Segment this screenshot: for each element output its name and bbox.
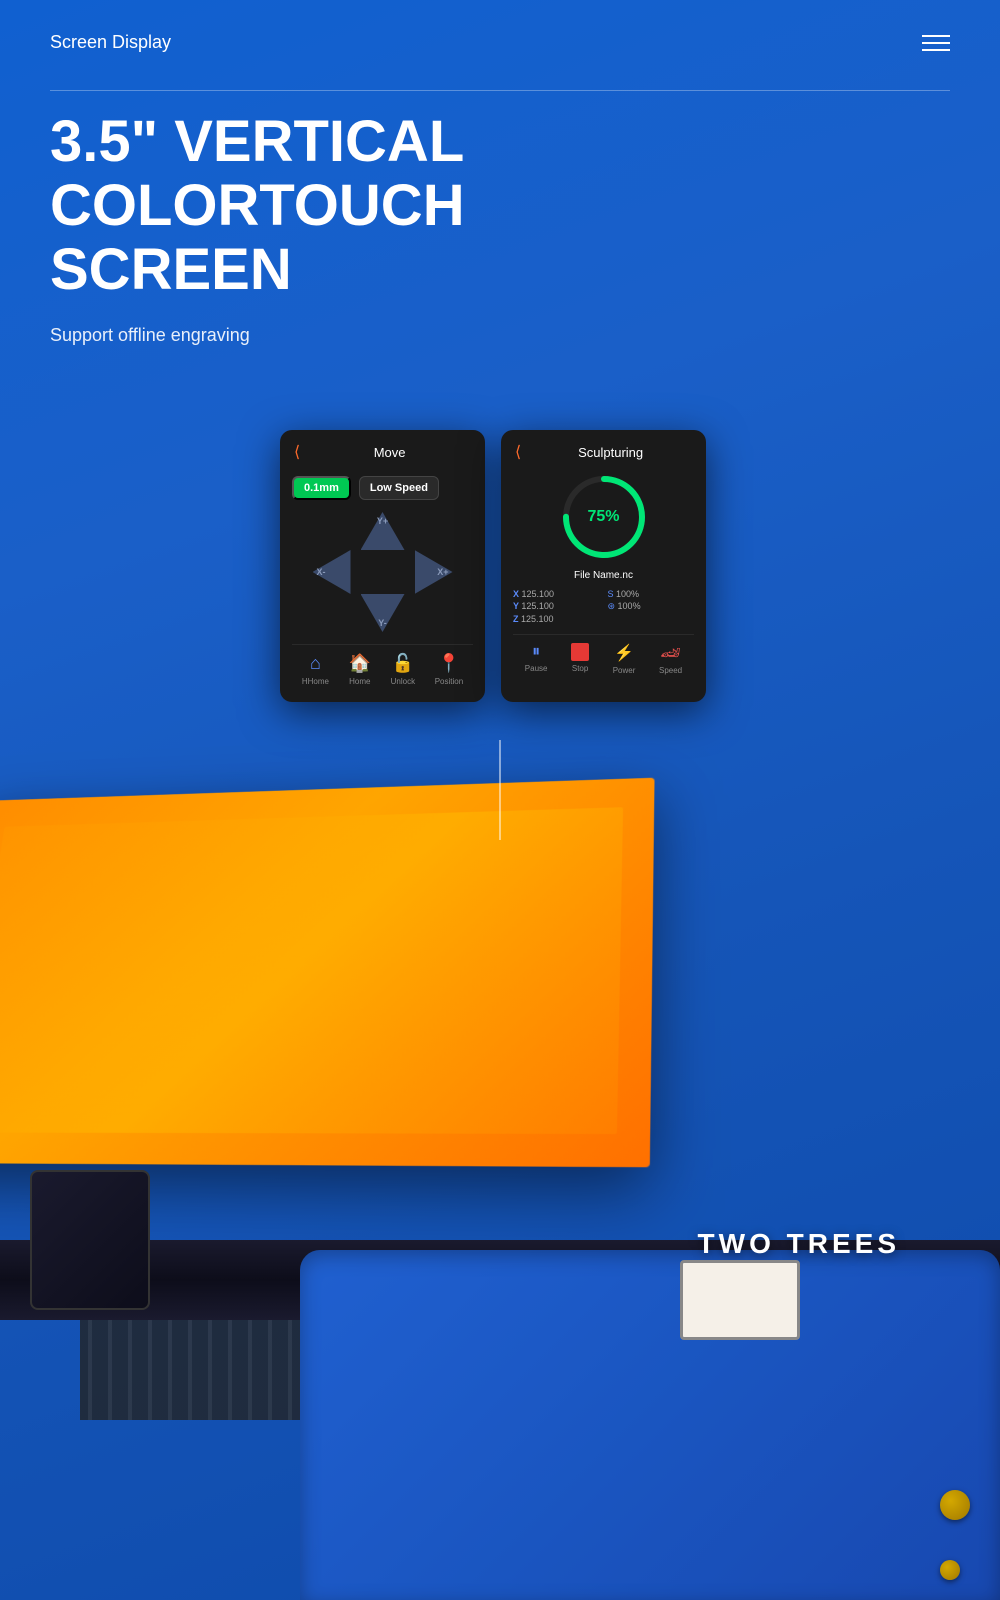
menu-button[interactable]	[922, 35, 950, 51]
small-knob	[940, 1560, 960, 1580]
move-screen-header: ⟨ Move	[292, 442, 473, 462]
connector-line	[500, 740, 501, 840]
unlock-icon: 🔓	[392, 653, 414, 674]
stop-icon	[571, 643, 589, 661]
pause-button[interactable]: ⏸ Pause	[525, 643, 548, 675]
x-label: X	[513, 589, 522, 599]
z-label: Z	[513, 614, 521, 624]
dpad-left-label: X-	[317, 567, 326, 577]
hhome-icon: ⌂	[310, 653, 321, 674]
progress-ring: 75%	[559, 472, 649, 562]
z-coord: Z 125.100	[513, 614, 600, 624]
dpad-right-label: X+	[437, 567, 448, 577]
header: Screen Display	[0, 0, 1000, 73]
hhome-button[interactable]: ⌂ HHome	[302, 653, 329, 686]
s-label: S	[608, 589, 617, 599]
pause-icon: ⏸	[532, 643, 540, 661]
move-screen-title: Move	[308, 445, 471, 460]
control-knob	[940, 1490, 970, 1520]
unlock-button[interactable]: 🔓 Unlock	[391, 653, 415, 686]
hhome-label: HHome	[302, 677, 329, 686]
directional-pad: Y+ Y- X- X+	[313, 512, 453, 632]
move-bottom-icons: ⌂ HHome 🏠 Home 🔓 Unlock 📍 Position	[292, 644, 473, 686]
dpad-up-label: Y+	[377, 516, 388, 526]
physical-screen	[680, 1260, 800, 1340]
power-button[interactable]: ⚡ Power	[613, 643, 636, 675]
sculpt-back-arrow-icon[interactable]: ⟨	[515, 442, 521, 462]
hamburger-line-2	[922, 42, 950, 44]
progress-percent: 75%	[587, 508, 619, 526]
hamburger-line-1	[922, 35, 950, 37]
stop-button[interactable]: Stop	[571, 643, 589, 675]
move-screen: ⟨ Move 0.1mm Low Speed Y+ Y- X- X+ ⌂	[280, 430, 485, 702]
speed-label: Speed	[659, 666, 682, 675]
move-controls: 0.1mm Low Speed Y+ Y- X- X+ ⌂ HHome 🏠	[292, 472, 473, 690]
speed-button[interactable]: Low Speed	[359, 476, 439, 500]
step-button[interactable]: 0.1mm	[292, 476, 351, 500]
sculpting-screen-title: Sculpturing	[529, 445, 692, 460]
laser-head	[30, 1170, 150, 1310]
sculpting-screen: ⟨ Sculpturing 75% File Name.nc X 125.100…	[501, 430, 706, 702]
machine-base: TWO TREES	[300, 1250, 1000, 1600]
sculpting-screen-header: ⟨ Sculpturing	[513, 442, 694, 462]
dpad-down-label: Y-	[378, 618, 387, 628]
power-icon: ⚡	[614, 643, 634, 663]
fan-value: 100%	[618, 601, 641, 611]
position-label: Position	[435, 677, 463, 686]
power-label: Power	[613, 666, 636, 675]
coordinates-grid: X 125.100 S 100% Y 125.100 ⊛ 100% Z 125.…	[513, 589, 694, 624]
home-label: Home	[349, 677, 370, 686]
home-icon: 🏠	[349, 653, 371, 674]
speed-dial-button[interactable]: 🏎 Speed	[659, 643, 682, 675]
subtitle: Support offline engraving	[50, 325, 600, 346]
sculpt-bottom-controls: ⏸ Pause Stop ⚡ Power 🏎 Speed	[513, 634, 694, 675]
s-coord: S 100%	[608, 589, 695, 599]
orange-cover-panel	[0, 778, 655, 1168]
s-value: 100%	[616, 589, 639, 599]
position-button[interactable]: 📍 Position	[435, 653, 463, 686]
stop-label: Stop	[572, 664, 588, 673]
title-line-1: 3.5" VERTICAL	[50, 109, 464, 174]
y-coord: Y 125.100	[513, 601, 600, 612]
step-speed-row: 0.1mm Low Speed	[292, 476, 473, 500]
brand-logo: TWO TREES	[698, 1228, 900, 1260]
page-title: Screen Display	[50, 32, 171, 53]
fan-coord: ⊛ 100%	[608, 601, 695, 612]
progress-ring-container: 75%	[513, 472, 694, 562]
pause-label: Pause	[525, 664, 548, 673]
hamburger-line-3	[922, 49, 950, 51]
position-icon: 📍	[438, 653, 460, 674]
screens-container: ⟨ Move 0.1mm Low Speed Y+ Y- X- X+ ⌂	[280, 430, 720, 702]
x-value: 125.100	[522, 589, 555, 599]
header-divider	[50, 90, 950, 91]
home-button[interactable]: 🏠 Home	[349, 653, 371, 686]
y-value: 125.100	[521, 601, 554, 611]
main-title: 3.5" VERTICAL COLORTOUCH SCREEN	[50, 110, 600, 301]
speed-icon: 🏎	[660, 643, 680, 663]
main-content: 3.5" VERTICAL COLORTOUCH SCREEN Support …	[50, 110, 600, 346]
x-coord: X 125.100	[513, 589, 600, 599]
back-arrow-icon[interactable]: ⟨	[294, 442, 300, 462]
z-value: 125.100	[521, 614, 554, 624]
unlock-label: Unlock	[391, 677, 415, 686]
title-line-2: COLORTOUCH SCREEN	[50, 173, 465, 302]
fan-icon: ⊛	[608, 601, 618, 611]
file-name: File Name.nc	[513, 570, 694, 581]
